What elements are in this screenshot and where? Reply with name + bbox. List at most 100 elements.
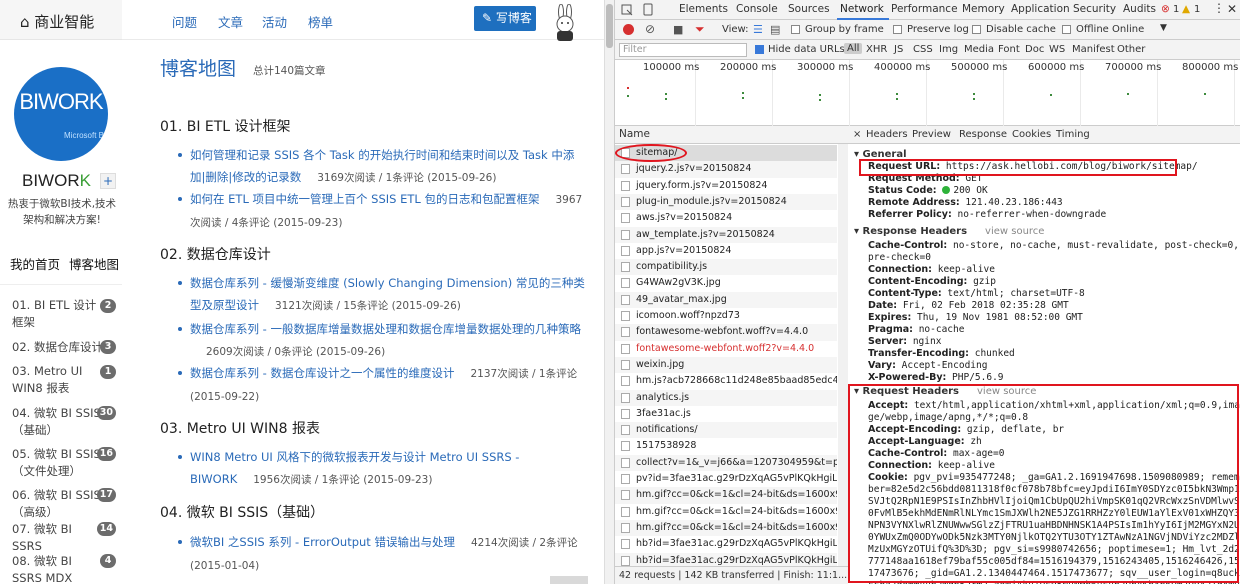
type-filter-js[interactable]: JS (894, 44, 903, 55)
error-icon[interactable]: ⊗ (1161, 3, 1170, 15)
request-headers-section-header[interactable]: ▾ Request Headers view source (854, 386, 1036, 397)
large-rows-icon[interactable]: ☰ (753, 23, 763, 36)
request-row[interactable]: collect?v=1&_v=j66&a=1207304959&t=pagevi (615, 454, 837, 471)
request-row[interactable]: hm.gif?cc=0&ck=1&cl=24-bit&ds=1600x900&v… (615, 519, 837, 537)
tab-security[interactable]: Security (1073, 3, 1116, 15)
request-row[interactable]: aw_template.js?v=20150824 (615, 226, 837, 243)
type-filter-xhr[interactable]: XHR (866, 44, 887, 55)
request-row[interactable]: app.js?v=20150824 (615, 243, 837, 259)
record-icon[interactable] (623, 24, 634, 35)
hide-data-urls-checkbox[interactable] (755, 45, 764, 54)
scroll-to-top-button[interactable]: ︿ (550, 576, 588, 584)
request-row[interactable]: analytics.js (615, 389, 837, 406)
view-source-link[interactable]: view source (977, 386, 1036, 397)
type-filter-font[interactable]: Font (998, 44, 1020, 55)
tab-console[interactable]: Console (736, 3, 778, 15)
scrollbar-thumb[interactable] (606, 4, 613, 48)
category-item[interactable]: 01. BI ETL 设计框架 (12, 297, 104, 331)
blogger-name[interactable]: BIWORK (22, 171, 91, 191)
request-row[interactable]: hm.js?acb728668c11d248e85baad85edc4d9 (615, 373, 837, 389)
offline-checkbox[interactable] (1062, 25, 1071, 34)
category-item[interactable]: 03. Metro UI WIN8 报表 (12, 363, 104, 397)
category-item[interactable]: 06. 微软 BI SSIS（高级） (12, 487, 104, 521)
tab-memory[interactable]: Memory (962, 3, 1005, 15)
request-row[interactable]: G4WAw2gV3K.jpg (615, 275, 837, 291)
throttling-select[interactable]: Online (1112, 24, 1144, 35)
device-toolbar-icon[interactable] (643, 3, 653, 16)
nav-events[interactable]: 活动 (262, 12, 287, 31)
brand-home-link[interactable]: ⌂ 商业智能 (20, 11, 94, 32)
filter-funnel-icon[interactable]: ⏷ (695, 22, 705, 37)
filter-input[interactable]: Filter (619, 43, 747, 57)
view-source-link[interactable]: view source (985, 226, 1044, 237)
tab-response[interactable]: Response (959, 129, 1007, 140)
request-row[interactable]: jquery.2.js?v=20150824 (615, 161, 837, 178)
nav-rankings[interactable]: 榜单 (308, 12, 333, 31)
close-devtools-icon[interactable]: ✕ (1227, 2, 1237, 16)
post-title-link[interactable]: 微软BI 之SSIS 系列 - ErrorOutput 错误输出与处理 (190, 535, 455, 549)
type-filter-manifest[interactable]: Manifest (1072, 44, 1115, 55)
response-headers-section-header[interactable]: ▾ Response Headers view source (854, 226, 1044, 237)
category-item[interactable]: 07. 微软 BI SSRS (12, 521, 104, 555)
request-row[interactable]: jquery.form.js?v=20150824 (615, 178, 837, 194)
tab-elements[interactable]: Elements (679, 3, 728, 15)
post-title-link[interactable]: 如何在 ETL 项目中统一管理上百个 SSIS ETL 包的日志和包配置框架 (190, 192, 539, 206)
request-row[interactable]: weixin.jpg (615, 356, 837, 374)
overview-icon[interactable]: ▤ (770, 23, 780, 36)
blog-avatar[interactable]: BIWORK Microsoft B (14, 67, 108, 161)
warning-icon[interactable]: ▲ (1182, 3, 1190, 15)
tab-application[interactable]: Application (1011, 3, 1070, 15)
inspect-element-icon[interactable] (621, 4, 633, 16)
tab-audits[interactable]: Audits (1123, 3, 1156, 15)
request-row[interactable]: fontawesome-webfont.woff?v=4.4.0 (615, 324, 837, 341)
request-row[interactable]: compatibility.js (615, 259, 837, 276)
clear-icon[interactable]: ⊘ (645, 22, 655, 36)
more-options-icon[interactable]: ⋮ (1213, 1, 1225, 15)
type-filter-other[interactable]: Other (1117, 44, 1145, 55)
request-row[interactable]: 1517538928 (615, 438, 837, 454)
tab-network[interactable]: Network (840, 3, 884, 15)
nav-blog-map[interactable]: 博客地图 (69, 254, 119, 273)
post-title-link[interactable]: 数据仓库系列 - 一般数据库增量数据处理和数据仓库增量数据处理的几种策略 (190, 322, 581, 336)
request-row[interactable]: pv?id=3fae31ac.g29rDzXqAG5vPlKQkHgiLg.56 (615, 471, 837, 487)
screenshot-camera-icon[interactable]: ■ (673, 23, 683, 36)
tab-preview[interactable]: Preview (912, 129, 951, 140)
group-by-frame-checkbox[interactable] (791, 25, 800, 34)
request-row[interactable]: hm.gif?cc=0&ck=1&cl=24-bit&ds=1600x900&v… (615, 504, 837, 520)
category-item[interactable]: 08. 微软 BI SSRS MDX (12, 553, 104, 584)
post-title-link[interactable]: 数据仓库系列 - 数据仓库设计之一个属性的维度设计 (190, 366, 454, 380)
request-row[interactable]: notifications/ (615, 422, 837, 439)
tab-timing[interactable]: Timing (1056, 129, 1090, 140)
tab-cookies[interactable]: Cookies (1012, 129, 1051, 140)
type-filter-doc[interactable]: Doc (1025, 44, 1044, 55)
preserve-log-checkbox[interactable] (893, 25, 902, 34)
tab-sources[interactable]: Sources (788, 3, 830, 15)
general-section-header[interactable]: ▾ General (854, 149, 907, 160)
close-detail-icon[interactable]: × (853, 129, 861, 140)
follow-plus-button[interactable]: + (100, 173, 116, 189)
nav-questions[interactable]: 问题 (172, 12, 197, 31)
request-list-scrollbar[interactable] (838, 144, 848, 566)
page-scrollbar[interactable] (604, 0, 614, 584)
request-row[interactable]: hm.gif?cc=0&ck=1&cl=24-bit&ds=1600x900&v… (615, 487, 837, 504)
nav-my-home[interactable]: 我的首页 (10, 254, 60, 273)
request-row[interactable]: 49_avatar_max.jpg (615, 291, 837, 308)
tab-headers[interactable]: Headers (866, 129, 908, 140)
request-row[interactable]: fontawesome-webfont.woff2?v=4.4.0 (615, 341, 837, 357)
network-overview-timeline[interactable]: 100000 ms 200000 ms 300000 ms 400000 ms … (615, 60, 1240, 126)
request-row[interactable]: sitemap/ (615, 145, 837, 162)
category-item[interactable]: 02. 数据仓库设计 (12, 339, 104, 356)
request-row[interactable]: hb?id=3fae31ac.g29rDzXqAG5vPlKQkHgiLg.5 (615, 536, 837, 552)
request-row[interactable]: icomoon.woff?npzd73 (615, 308, 837, 324)
category-item[interactable]: 05. 微软 BI SSIS（文件处理） (12, 446, 104, 480)
type-filter-ws[interactable]: WS (1049, 44, 1065, 55)
request-row[interactable]: aws.js?v=20150824 (615, 210, 837, 226)
type-filter-all[interactable]: All (844, 43, 863, 54)
write-blog-button[interactable]: ✎ 写博客 (474, 6, 536, 31)
type-filter-img[interactable]: Img (939, 44, 958, 55)
tab-performance[interactable]: Performance (891, 3, 958, 15)
category-item[interactable]: 04. 微软 BI SSIS（基础） (12, 405, 104, 439)
nav-articles[interactable]: 文章 (218, 12, 243, 31)
name-column-header[interactable]: Name (615, 126, 848, 144)
type-filter-css[interactable]: CSS (913, 44, 933, 55)
